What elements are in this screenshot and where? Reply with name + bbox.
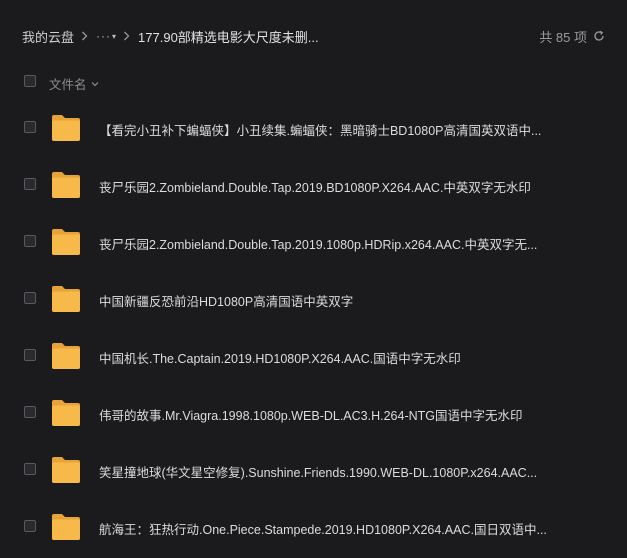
item-count: 共 85 项 — [539, 27, 605, 45]
chevron-right-icon — [81, 31, 88, 41]
chevron-right-icon — [123, 31, 130, 41]
breadcrumb-root[interactable]: 我的云盘 — [22, 27, 74, 46]
row-checkbox[interactable] — [24, 292, 36, 304]
select-all-checkbox[interactable] — [24, 75, 36, 87]
top-bar: 我的云盘 ··· ▾ 177.90部精选电影大尺度未删... 共 85 项 — [0, 0, 627, 70]
file-name: 笑星撞地球(华文星空修复).Sunshine.Friends.1990.WEB-… — [99, 466, 538, 480]
file-row[interactable]: 丧尸乐园2.Zombieland.Double.Tap.2019.BD1080P… — [0, 156, 627, 213]
file-row[interactable]: 中国新疆反恐前沿HD1080P高清国语中英双字 — [0, 270, 627, 327]
breadcrumb-more[interactable]: ··· ▾ — [96, 29, 116, 43]
file-name: 航海王：狂热行动.One.Piece.Stampede.2019.HD1080P… — [99, 523, 547, 537]
list-header: 文件名 — [0, 70, 627, 94]
column-header-name[interactable]: 文件名 — [49, 74, 99, 93]
file-name: 中国新疆反恐前沿HD1080P高清国语中英双字 — [99, 295, 354, 309]
file-row[interactable]: 笑星撞地球(华文星空修复).Sunshine.Friends.1990.WEB-… — [0, 441, 627, 498]
folder-icon — [52, 286, 80, 312]
row-checkbox[interactable] — [24, 121, 36, 133]
file-row[interactable]: 中国机长.The.Captain.2019.HD1080P.X264.AAC.国… — [0, 327, 627, 384]
file-row[interactable]: 丧尸乐园2.Zombieland.Double.Tap.2019.1080p.H… — [0, 213, 627, 270]
item-count-label: 共 85 项 — [539, 29, 587, 45]
file-name: 中国机长.The.Captain.2019.HD1080P.X264.AAC.国… — [99, 352, 461, 366]
row-checkbox[interactable] — [24, 349, 36, 361]
caret-down-icon: ▾ — [112, 31, 117, 41]
folder-icon — [52, 172, 80, 198]
row-checkbox[interactable] — [24, 178, 36, 190]
file-row[interactable]: 伟哥的故事.Mr.Viagra.1998.1080p.WEB-DL.AC3.H.… — [0, 384, 627, 441]
row-checkbox[interactable] — [24, 406, 36, 418]
refresh-icon[interactable] — [593, 30, 605, 42]
folder-icon — [52, 343, 80, 369]
folder-icon — [52, 115, 80, 141]
file-name: 伟哥的故事.Mr.Viagra.1998.1080p.WEB-DL.AC3.H.… — [99, 409, 523, 423]
folder-icon — [52, 457, 80, 483]
file-row[interactable]: 航海王：狂热行动.One.Piece.Stampede.2019.HD1080P… — [0, 498, 627, 555]
file-name: 丧尸乐园2.Zombieland.Double.Tap.2019.BD1080P… — [99, 181, 531, 195]
row-checkbox[interactable] — [24, 235, 36, 247]
column-header-name-label: 文件名 — [49, 78, 87, 92]
row-checkbox[interactable] — [24, 520, 36, 532]
file-name: 丧尸乐园2.Zombieland.Double.Tap.2019.1080p.H… — [99, 238, 538, 252]
chevron-down-icon — [91, 81, 99, 87]
breadcrumb: 我的云盘 ··· ▾ 177.90部精选电影大尺度未删... — [22, 27, 319, 45]
file-list: 【看完小丑补下蝙蝠侠】小丑续集.蝙蝠侠：黑暗骑士BD1080P高清国英双语中..… — [0, 99, 627, 555]
breadcrumb-more-label: ··· — [96, 29, 112, 43]
folder-icon — [52, 400, 80, 426]
file-row[interactable]: 【看完小丑补下蝙蝠侠】小丑续集.蝙蝠侠：黑暗骑士BD1080P高清国英双语中..… — [0, 99, 627, 156]
breadcrumb-current: 177.90部精选电影大尺度未删... — [138, 29, 319, 45]
file-name: 【看完小丑补下蝙蝠侠】小丑续集.蝙蝠侠：黑暗骑士BD1080P高清国英双语中..… — [99, 124, 542, 138]
folder-icon — [52, 229, 80, 255]
folder-icon — [52, 514, 80, 540]
row-checkbox[interactable] — [24, 463, 36, 475]
